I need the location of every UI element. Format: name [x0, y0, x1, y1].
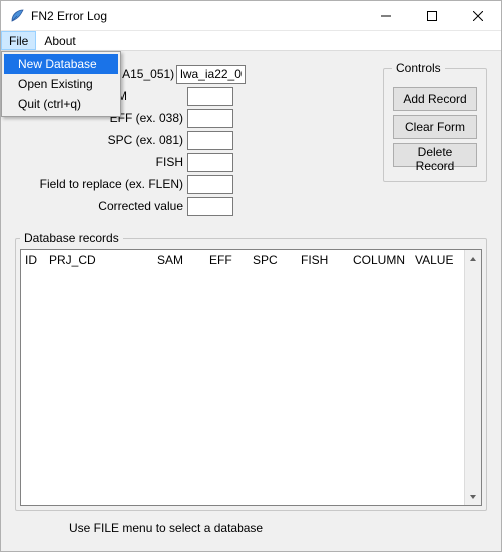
records-scrollbar[interactable] [464, 250, 481, 505]
menu-file[interactable]: File [1, 31, 36, 50]
spc-input[interactable] [187, 131, 233, 150]
menu-open-existing-label: Open Existing [18, 77, 93, 91]
menu-quit[interactable]: Quit (ctrl+q) [4, 94, 118, 114]
corrected-input[interactable] [187, 197, 233, 216]
menu-about-label: About [44, 34, 75, 48]
col-eff[interactable]: EFF [205, 251, 249, 269]
delete-record-button[interactable]: Delete Record [393, 143, 477, 167]
eff-input[interactable] [187, 109, 233, 128]
fish-label: FISH [13, 155, 187, 169]
controls-panel: Controls Add Record Clear Form Delete Re… [381, 61, 489, 182]
row-fieldrep: Field to replace (ex. FLEN) [13, 173, 363, 195]
col-fish[interactable]: FISH [297, 251, 349, 269]
title-bar: FN2 Error Log [1, 1, 501, 31]
records-legend: Database records [20, 231, 123, 245]
app-feather-icon [9, 8, 25, 24]
add-record-label: Add Record [403, 92, 466, 106]
window-buttons [363, 1, 501, 30]
sam-input[interactable] [187, 87, 233, 106]
window-title: FN2 Error Log [31, 9, 363, 23]
col-prj[interactable]: PRJ_CD [45, 251, 153, 269]
records-headers: ID PRJ_CD SAM EFF SPC FISH COLUMN VALUE [21, 250, 464, 270]
file-dropdown: New Database Open Existing Quit (ctrl+q) [1, 51, 121, 117]
row-fish: FISH [13, 151, 363, 173]
maximize-button[interactable] [409, 1, 455, 30]
app-window: FN2 Error Log File About New Database Op… [0, 0, 502, 552]
controls-fieldset: Controls Add Record Clear Form Delete Re… [383, 61, 487, 182]
fish-input[interactable] [187, 153, 233, 172]
spc-label: SPC (ex. 081) [13, 133, 187, 147]
controls-legend: Controls [392, 61, 445, 75]
menu-open-existing[interactable]: Open Existing [4, 74, 118, 94]
status-text: Use FILE menu to select a database [13, 511, 489, 547]
fieldrep-input[interactable] [187, 175, 233, 194]
records-fieldset: Database records ID PRJ_CD SAM EFF SPC F… [15, 231, 487, 511]
records-list: ID PRJ_CD SAM EFF SPC FISH COLUMN VALUE [20, 249, 482, 506]
clear-form-button[interactable]: Clear Form [393, 115, 477, 139]
col-column[interactable]: COLUMN [349, 251, 411, 269]
corrected-label: Corrected value [13, 199, 187, 213]
add-record-button[interactable]: Add Record [393, 87, 477, 111]
scroll-down-icon[interactable] [465, 488, 482, 505]
prj-cd-input[interactable] [176, 65, 246, 84]
delete-record-label: Delete Record [416, 145, 455, 173]
close-button[interactable] [455, 1, 501, 30]
col-value[interactable]: VALUE [411, 251, 459, 269]
menu-about[interactable]: About [36, 31, 83, 50]
clear-form-label: Clear Form [405, 120, 465, 134]
col-sam[interactable]: SAM [153, 251, 205, 269]
fieldrep-label: Field to replace (ex. FLEN) [13, 177, 187, 191]
menu-new-database[interactable]: New Database [4, 54, 118, 74]
menu-bar: File About New Database Open Existing Qu… [1, 31, 501, 51]
records-list-inner[interactable]: ID PRJ_CD SAM EFF SPC FISH COLUMN VALUE [21, 250, 464, 505]
col-spc[interactable]: SPC [249, 251, 297, 269]
scroll-up-icon[interactable] [465, 250, 482, 267]
menu-new-database-label: New Database [18, 57, 97, 71]
col-id[interactable]: ID [21, 251, 45, 269]
minimize-button[interactable] [363, 1, 409, 30]
row-corrected: Corrected value [13, 195, 363, 217]
menu-quit-label: Quit (ctrl+q) [18, 97, 81, 111]
menu-file-label: File [9, 34, 28, 48]
row-spc: SPC (ex. 081) [13, 129, 363, 151]
client-area: VA_IA15_051) M EFF (ex. 038) SPC (ex. 08… [1, 51, 501, 551]
